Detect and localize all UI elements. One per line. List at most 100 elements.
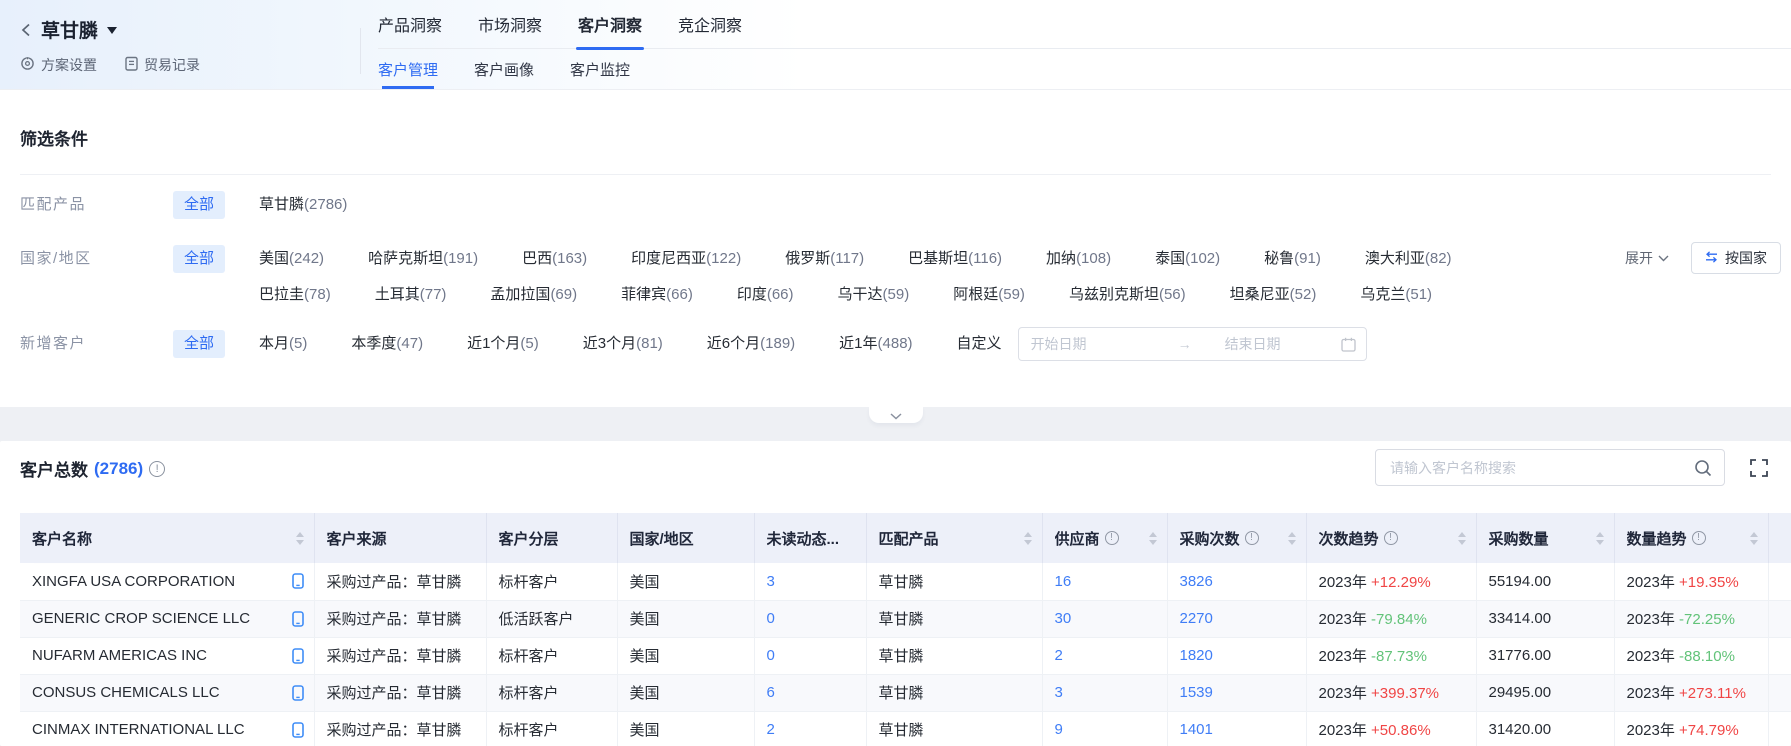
new-customer-option[interactable]: 本季度(47): [351, 330, 423, 358]
info-icon[interactable]: !: [149, 461, 165, 477]
cell-link[interactable]: 2270: [1180, 610, 1213, 627]
expand-toggle[interactable]: 展开: [1625, 248, 1669, 268]
start-date-input[interactable]: [1029, 335, 1147, 353]
sub-tab-1[interactable]: 客户画像: [474, 49, 534, 89]
sort-icon[interactable]: [1282, 532, 1296, 545]
back-icon[interactable]: [20, 23, 32, 37]
info-icon[interactable]: !: [1384, 531, 1398, 545]
contact-icon[interactable]: [292, 648, 304, 664]
customer-name[interactable]: CONSUS CHEMICALS LLC: [32, 684, 220, 701]
by-country-button[interactable]: 按国家: [1691, 242, 1781, 274]
page-title[interactable]: 草甘膦: [41, 16, 98, 43]
new-customer-option[interactable]: 本月(5): [259, 330, 307, 358]
customer-name[interactable]: XINGFA USA CORPORATION: [32, 573, 235, 590]
country-option[interactable]: 阿根廷(59): [953, 281, 1025, 309]
table-row[interactable]: NUFARM AMERICAS INC采购过产品：草甘膦标杆客户美国0草甘膦21…: [20, 637, 1791, 674]
country-option[interactable]: 印度尼西亚(122): [631, 245, 741, 273]
cell-source: 采购过产品：草甘膦: [314, 674, 486, 711]
sort-icon[interactable]: [290, 532, 304, 545]
end-date-input[interactable]: [1223, 335, 1341, 353]
sort-icon[interactable]: [1143, 532, 1157, 545]
country-option[interactable]: 孟加拉国(69): [490, 281, 577, 309]
contact-icon[interactable]: [292, 611, 304, 627]
new-customer-option[interactable]: 近6个月(189): [707, 330, 795, 358]
cell-link[interactable]: 0: [767, 610, 775, 627]
info-icon[interactable]: !: [1245, 531, 1259, 545]
calendar-icon[interactable]: [1341, 337, 1356, 352]
cell-link[interactable]: 2: [767, 721, 775, 738]
primary-tab-2[interactable]: 客户洞察: [578, 0, 642, 48]
customer-name[interactable]: CINMAX INTERNATIONAL LLC: [32, 721, 245, 738]
sort-icon[interactable]: [1781, 532, 1782, 545]
table-row[interactable]: CINMAX INTERNATIONAL LLC采购过产品：草甘膦标杆客户美国2…: [20, 711, 1791, 746]
country-option[interactable]: 俄罗斯(117): [785, 245, 864, 273]
cell-link[interactable]: 16: [1055, 573, 1072, 590]
cell-link[interactable]: 3826: [1180, 573, 1213, 590]
country-option[interactable]: 乌克兰(51): [1360, 281, 1432, 309]
contact-icon[interactable]: [292, 685, 304, 701]
country-option[interactable]: 美国(242): [259, 245, 324, 273]
option-count: (5): [520, 335, 538, 352]
country-option[interactable]: 乌干达(59): [838, 281, 910, 309]
new-customer-option[interactable]: 近3个月(81): [583, 330, 663, 358]
option-count: (108): [1076, 250, 1111, 267]
country-option[interactable]: 泰国(102): [1155, 245, 1220, 273]
country-option[interactable]: 菲律宾(66): [621, 281, 693, 309]
sub-tab-0[interactable]: 客户管理: [378, 49, 438, 89]
country-option[interactable]: 澳大利亚(82): [1365, 245, 1452, 273]
country-option[interactable]: 哈萨克斯坦(191): [368, 245, 478, 273]
contact-icon[interactable]: [292, 722, 304, 738]
country-option[interactable]: 巴西(163): [522, 245, 587, 273]
table-row[interactable]: XINGFA USA CORPORATION采购过产品：草甘膦标杆客户美国3草甘…: [20, 563, 1791, 600]
fullscreen-icon[interactable]: [1749, 458, 1769, 478]
country-option[interactable]: 巴基斯坦(116): [908, 245, 1002, 273]
sort-icon[interactable]: [1018, 532, 1032, 545]
search-input[interactable]: [1388, 459, 1694, 477]
collapse-filters-button[interactable]: [869, 407, 923, 423]
country-option[interactable]: 乌兹别克斯坦(56): [1069, 281, 1186, 309]
all-chip-country[interactable]: 全部: [173, 245, 225, 273]
primary-tab-1[interactable]: 市场洞察: [478, 0, 542, 48]
country-option[interactable]: 加纳(108): [1046, 245, 1111, 273]
new-customer-option[interactable]: 近1个月(5): [467, 330, 539, 358]
sort-icon[interactable]: [1452, 532, 1466, 545]
column-label: 供应商: [1055, 528, 1100, 549]
all-chip-product[interactable]: 全部: [173, 191, 225, 219]
country-option[interactable]: 印度(66): [737, 281, 794, 309]
primary-tab-3[interactable]: 竞企洞察: [678, 0, 742, 48]
table-row[interactable]: GENERIC CROP SCIENCE LLC采购过产品：草甘膦低活跃客户美国…: [20, 600, 1791, 637]
info-icon[interactable]: !: [1692, 531, 1706, 545]
cell-link[interactable]: 30: [1055, 610, 1072, 627]
custom-range-option[interactable]: 自定义: [957, 330, 1002, 358]
menu-item-plan-settings[interactable]: 方案设置: [20, 55, 97, 75]
country-option[interactable]: 土耳其(77): [375, 281, 447, 309]
sort-icon[interactable]: [1590, 532, 1604, 545]
cell-link[interactable]: 3: [767, 573, 775, 590]
new-customer-option[interactable]: 近1年(488): [839, 330, 912, 358]
customer-name[interactable]: GENERIC CROP SCIENCE LLC: [32, 610, 250, 627]
sort-icon[interactable]: [1744, 532, 1758, 545]
customer-name[interactable]: NUFARM AMERICAS INC: [32, 647, 207, 664]
sub-tab-2[interactable]: 客户监控: [570, 49, 630, 89]
menu-item-trade-records[interactable]: 贸易记录: [125, 55, 200, 75]
country-option[interactable]: 巴拉圭(78): [259, 281, 331, 309]
chevron-down-icon[interactable]: [107, 27, 117, 39]
country-option[interactable]: 坦桑尼亚(52): [1230, 281, 1317, 309]
cell-link[interactable]: 6: [767, 684, 775, 701]
cell-link[interactable]: 0: [767, 647, 775, 664]
search-icon[interactable]: [1694, 459, 1712, 477]
info-icon[interactable]: !: [1105, 531, 1119, 545]
all-chip-new-customer[interactable]: 全部: [173, 330, 225, 358]
table-row[interactable]: CONSUS CHEMICALS LLC采购过产品：草甘膦标杆客户美国6草甘膦3…: [20, 674, 1791, 711]
cell-link[interactable]: 1820: [1180, 647, 1213, 664]
contact-icon[interactable]: [292, 573, 304, 589]
cell-link[interactable]: 2: [1055, 647, 1063, 664]
cell-link[interactable]: 1539: [1180, 684, 1213, 701]
product-option[interactable]: 草甘膦(2786): [259, 191, 347, 219]
cell-link[interactable]: 1401: [1180, 721, 1213, 738]
country-option[interactable]: 秘鲁(91): [1264, 245, 1321, 273]
cell-link[interactable]: 3: [1055, 684, 1063, 701]
cell-unread: 6: [754, 674, 866, 711]
cell-link[interactable]: 9: [1055, 721, 1063, 738]
primary-tab-0[interactable]: 产品洞察: [378, 0, 442, 48]
